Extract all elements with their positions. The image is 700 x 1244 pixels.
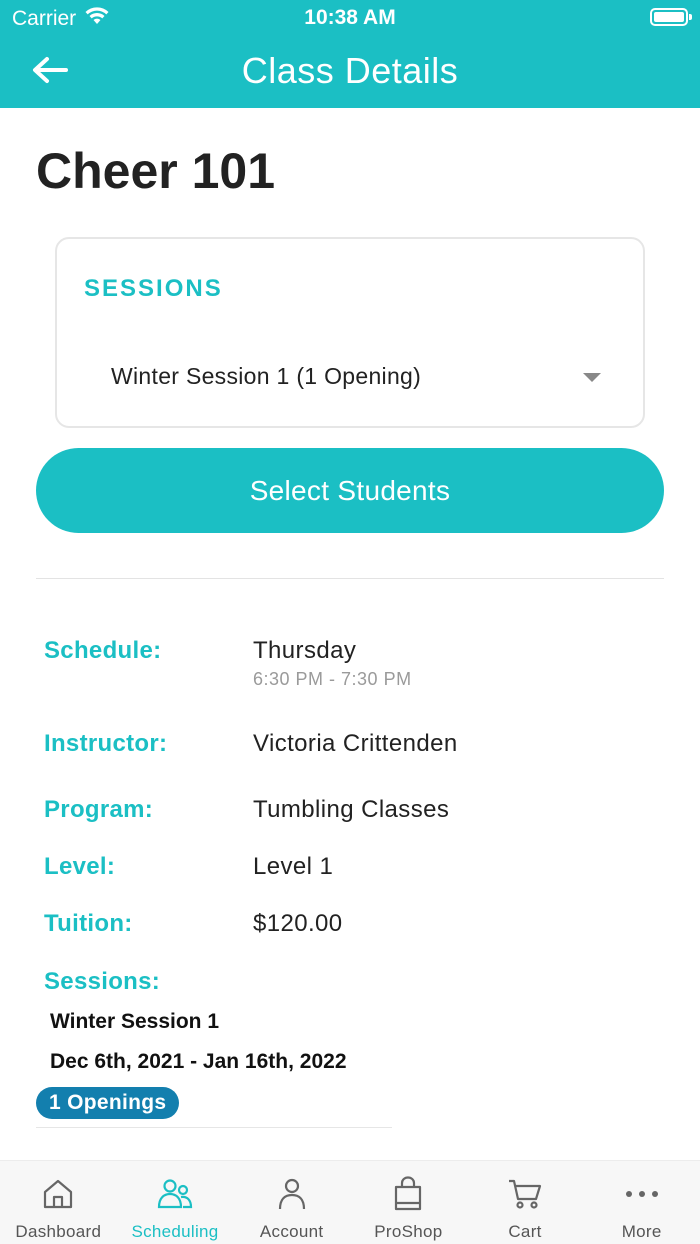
instructor-value: Victoria Crittenden xyxy=(253,730,458,757)
shopping-bag-icon xyxy=(389,1175,427,1213)
tuition-label: Tuition: xyxy=(44,910,133,937)
tab-label: ProShop xyxy=(374,1222,443,1241)
person-icon xyxy=(273,1175,311,1213)
people-icon xyxy=(156,1175,194,1213)
page-header-title: Class Details xyxy=(241,50,459,91)
class-title: Cheer 101 xyxy=(36,143,276,199)
caret-down-icon xyxy=(583,373,601,382)
session-dropdown-value: Winter Session 1 (1 Opening) xyxy=(111,363,422,389)
tuition-value: $120.00 xyxy=(253,910,343,937)
app-header: Carrier 10:38 AM Class Details xyxy=(0,0,700,108)
tab-cart[interactable]: Cart xyxy=(467,1161,584,1244)
sessions-card: SESSIONS Winter Session 1 (1 Opening) xyxy=(55,237,645,428)
nav-bar: Class Details xyxy=(0,36,700,108)
schedule-day: Thursday xyxy=(253,637,357,664)
tab-label: Cart xyxy=(508,1222,542,1241)
divider xyxy=(36,578,664,579)
tab-label: Dashboard xyxy=(15,1222,102,1241)
tab-proshop[interactable]: ProShop xyxy=(350,1161,467,1244)
sessions-card-label: SESSIONS xyxy=(84,275,223,302)
program-value: Tumbling Classes xyxy=(253,796,450,823)
select-students-button[interactable]: Select Students xyxy=(36,448,664,533)
program-label: Program: xyxy=(44,796,154,823)
tab-more[interactable]: More xyxy=(583,1161,700,1244)
tab-scheduling[interactable]: Scheduling xyxy=(117,1161,234,1244)
session-dropdown[interactable]: Winter Session 1 (1 Opening) xyxy=(111,363,601,393)
instructor-label: Instructor: xyxy=(44,730,168,757)
status-time: 10:38 AM xyxy=(304,6,396,29)
tab-bar: Dashboard Scheduling Account ProShop Car… xyxy=(0,1160,700,1244)
more-dots-icon xyxy=(623,1175,661,1213)
openings-badge: 1 Openings xyxy=(36,1087,180,1119)
tab-account[interactable]: Account xyxy=(233,1161,350,1244)
tab-label: More xyxy=(621,1222,662,1241)
tab-dashboard[interactable]: Dashboard xyxy=(0,1161,117,1244)
home-icon xyxy=(39,1175,77,1213)
level-label: Level: xyxy=(44,853,116,880)
schedule-time: 6:30 PM - 7:30 PM xyxy=(253,669,412,689)
session-dates: Dec 6th, 2021 - Jan 16th, 2022 xyxy=(50,1050,347,1073)
level-value: Level 1 xyxy=(253,853,334,880)
sessions-label: Sessions: xyxy=(44,968,161,995)
battery-icon xyxy=(650,8,692,26)
tab-label: Scheduling xyxy=(131,1222,219,1241)
cart-icon xyxy=(506,1175,544,1213)
schedule-label: Schedule: xyxy=(44,637,162,664)
tab-label: Account xyxy=(259,1222,324,1241)
status-bar: Carrier 10:38 AM xyxy=(0,0,700,36)
divider xyxy=(36,1127,392,1128)
session-name: Winter Session 1 xyxy=(50,1010,220,1033)
